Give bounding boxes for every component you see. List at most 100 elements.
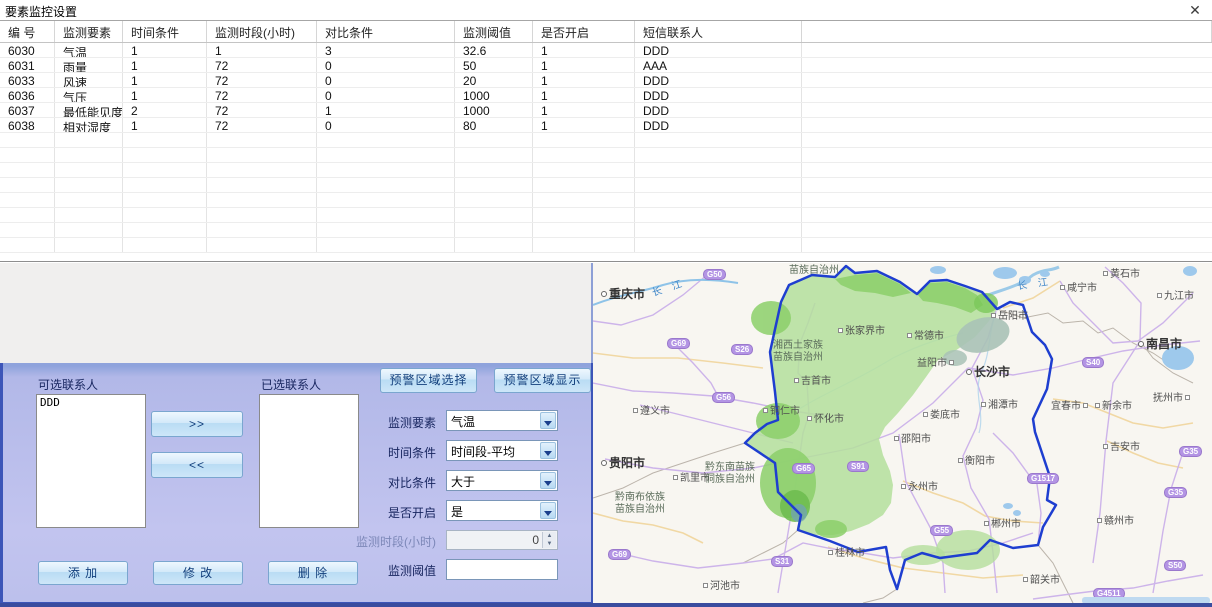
table-row[interactable] (0, 238, 1212, 253)
chevron-down-icon[interactable] (540, 472, 556, 489)
element-combo[interactable]: 气温 (446, 410, 558, 431)
time-cond-combo[interactable]: 时间段-平均 (446, 440, 558, 461)
city-name: 湘潭市 (988, 400, 1018, 411)
table-cell (123, 178, 207, 192)
city-label: 常德市 (907, 327, 944, 342)
region-map[interactable]: 重庆市遵义市贵阳市凯里市河池市桂林市铜仁市张家界市吉首市怀化市常德市益阳市岳阳市… (593, 263, 1212, 607)
table-cell (533, 208, 635, 222)
table-row[interactable] (0, 208, 1212, 223)
table-row[interactable] (0, 148, 1212, 163)
delete-button[interactable]: 删 除 (268, 561, 358, 585)
city-label: 吉首市 (794, 372, 831, 387)
warning-area-select-button[interactable]: 预警区域选择 (380, 368, 477, 393)
road-badge: G35 (1179, 446, 1202, 457)
table-row[interactable] (0, 193, 1212, 208)
table-row[interactable]: 6037最低能见度272110001DDD (0, 103, 1212, 118)
table-cell (533, 193, 635, 207)
city-name: 九江市 (1164, 291, 1194, 302)
table-cell (317, 163, 455, 177)
table-cell (802, 148, 1212, 162)
city-marker-icon (966, 369, 972, 375)
table-header-row: 编 号监测要素时间条件监测时段(小时)对比条件监测阈值是否开启短信联系人 (0, 21, 1212, 43)
table-row[interactable] (0, 178, 1212, 193)
table-row[interactable]: 6030气温11332.61DDD (0, 43, 1212, 58)
move-left-button[interactable]: << (151, 452, 243, 478)
table-cell: 72 (207, 88, 317, 102)
table-cell (0, 148, 55, 162)
city-label: 岳阳市 (991, 307, 1028, 322)
compare-cond-combo[interactable]: 大于 (446, 470, 558, 491)
table-cell: 6036 (0, 88, 55, 102)
table-cell (207, 163, 317, 177)
table-cell: 32.6 (455, 43, 533, 57)
threshold-input[interactable] (446, 559, 558, 580)
table-cell (55, 208, 123, 222)
table-cell (0, 193, 55, 207)
warning-area-show-button[interactable]: 预警区域显示 (494, 368, 591, 393)
table-row[interactable] (0, 163, 1212, 178)
table-cell (533, 178, 635, 192)
selected-contacts-list[interactable] (259, 394, 359, 528)
road-badge: G69 (667, 338, 690, 349)
table-cell: 雨量 (55, 58, 123, 72)
table-cell (55, 148, 123, 162)
table-cell (0, 208, 55, 222)
city-name: 咸宁市 (1067, 283, 1097, 294)
city-label: 铜仁市 (763, 402, 800, 417)
table-cell: 1 (123, 118, 207, 132)
table-cell (317, 193, 455, 207)
add-button[interactable]: 添 加 (38, 561, 128, 585)
table-cell (455, 178, 533, 192)
table-row[interactable] (0, 223, 1212, 238)
table-row[interactable] (0, 133, 1212, 148)
table-cell (802, 118, 1212, 132)
table-cell: 6030 (0, 43, 55, 57)
table-row[interactable]: 6036气压172010001DDD (0, 88, 1212, 103)
table-cell: 6033 (0, 73, 55, 87)
city-name: 贵阳市 (609, 456, 645, 470)
table-cell (455, 193, 533, 207)
modify-button[interactable]: 修 改 (153, 561, 243, 585)
road-badge: G69 (608, 549, 631, 560)
enabled-combo[interactable]: 是 (446, 500, 558, 521)
table-cell: 3 (317, 43, 455, 57)
table-cell: 监测要素 (55, 21, 123, 42)
district-label: 黔东南苗族侗族自治州 (705, 462, 755, 486)
city-marker-icon (601, 460, 607, 466)
chevron-down-icon[interactable] (540, 502, 556, 519)
move-right-button[interactable]: >> (151, 411, 243, 437)
table-cell (207, 238, 317, 252)
city-label: 河池市 (703, 577, 740, 592)
table-cell: 1 (123, 43, 207, 57)
list-item[interactable]: DDD (40, 396, 142, 409)
table-cell (533, 133, 635, 147)
road-badge: G35 (1164, 487, 1187, 498)
chevron-down-icon[interactable] (540, 412, 556, 429)
city-marker-icon (949, 360, 954, 365)
city-label: 贵阳市 (601, 454, 645, 471)
compare-cond-combo-value: 大于 (451, 473, 475, 490)
table-row[interactable]: 6038相对湿度1720801DDD (0, 118, 1212, 133)
table-cell (455, 163, 533, 177)
chevron-down-icon[interactable] (540, 442, 556, 459)
table-row[interactable]: 6031雨量1720501AAA (0, 58, 1212, 73)
table-cell: 1 (533, 58, 635, 72)
road-badge: S91 (847, 461, 869, 472)
table-cell (455, 133, 533, 147)
city-marker-icon (1095, 403, 1100, 408)
spinner-arrows-icon[interactable]: ▲▼ (542, 532, 556, 548)
period-spinner[interactable]: 0 ▲▼ (446, 530, 558, 550)
city-marker-icon (1023, 577, 1028, 582)
city-marker-icon (901, 484, 906, 489)
table-cell: 1 (123, 73, 207, 87)
close-icon[interactable]: ✕ (1186, 2, 1204, 18)
available-contacts-list[interactable]: DDD (36, 394, 146, 528)
table-cell: 1 (533, 73, 635, 87)
move-right-label: >> (189, 417, 205, 431)
table-cell: 1 (123, 88, 207, 102)
road-badge: S40 (1082, 357, 1104, 368)
table-cell (0, 178, 55, 192)
road-badge: G65 (792, 463, 815, 474)
table-cell (317, 148, 455, 162)
table-row[interactable]: 6033风速1720201DDD (0, 73, 1212, 88)
